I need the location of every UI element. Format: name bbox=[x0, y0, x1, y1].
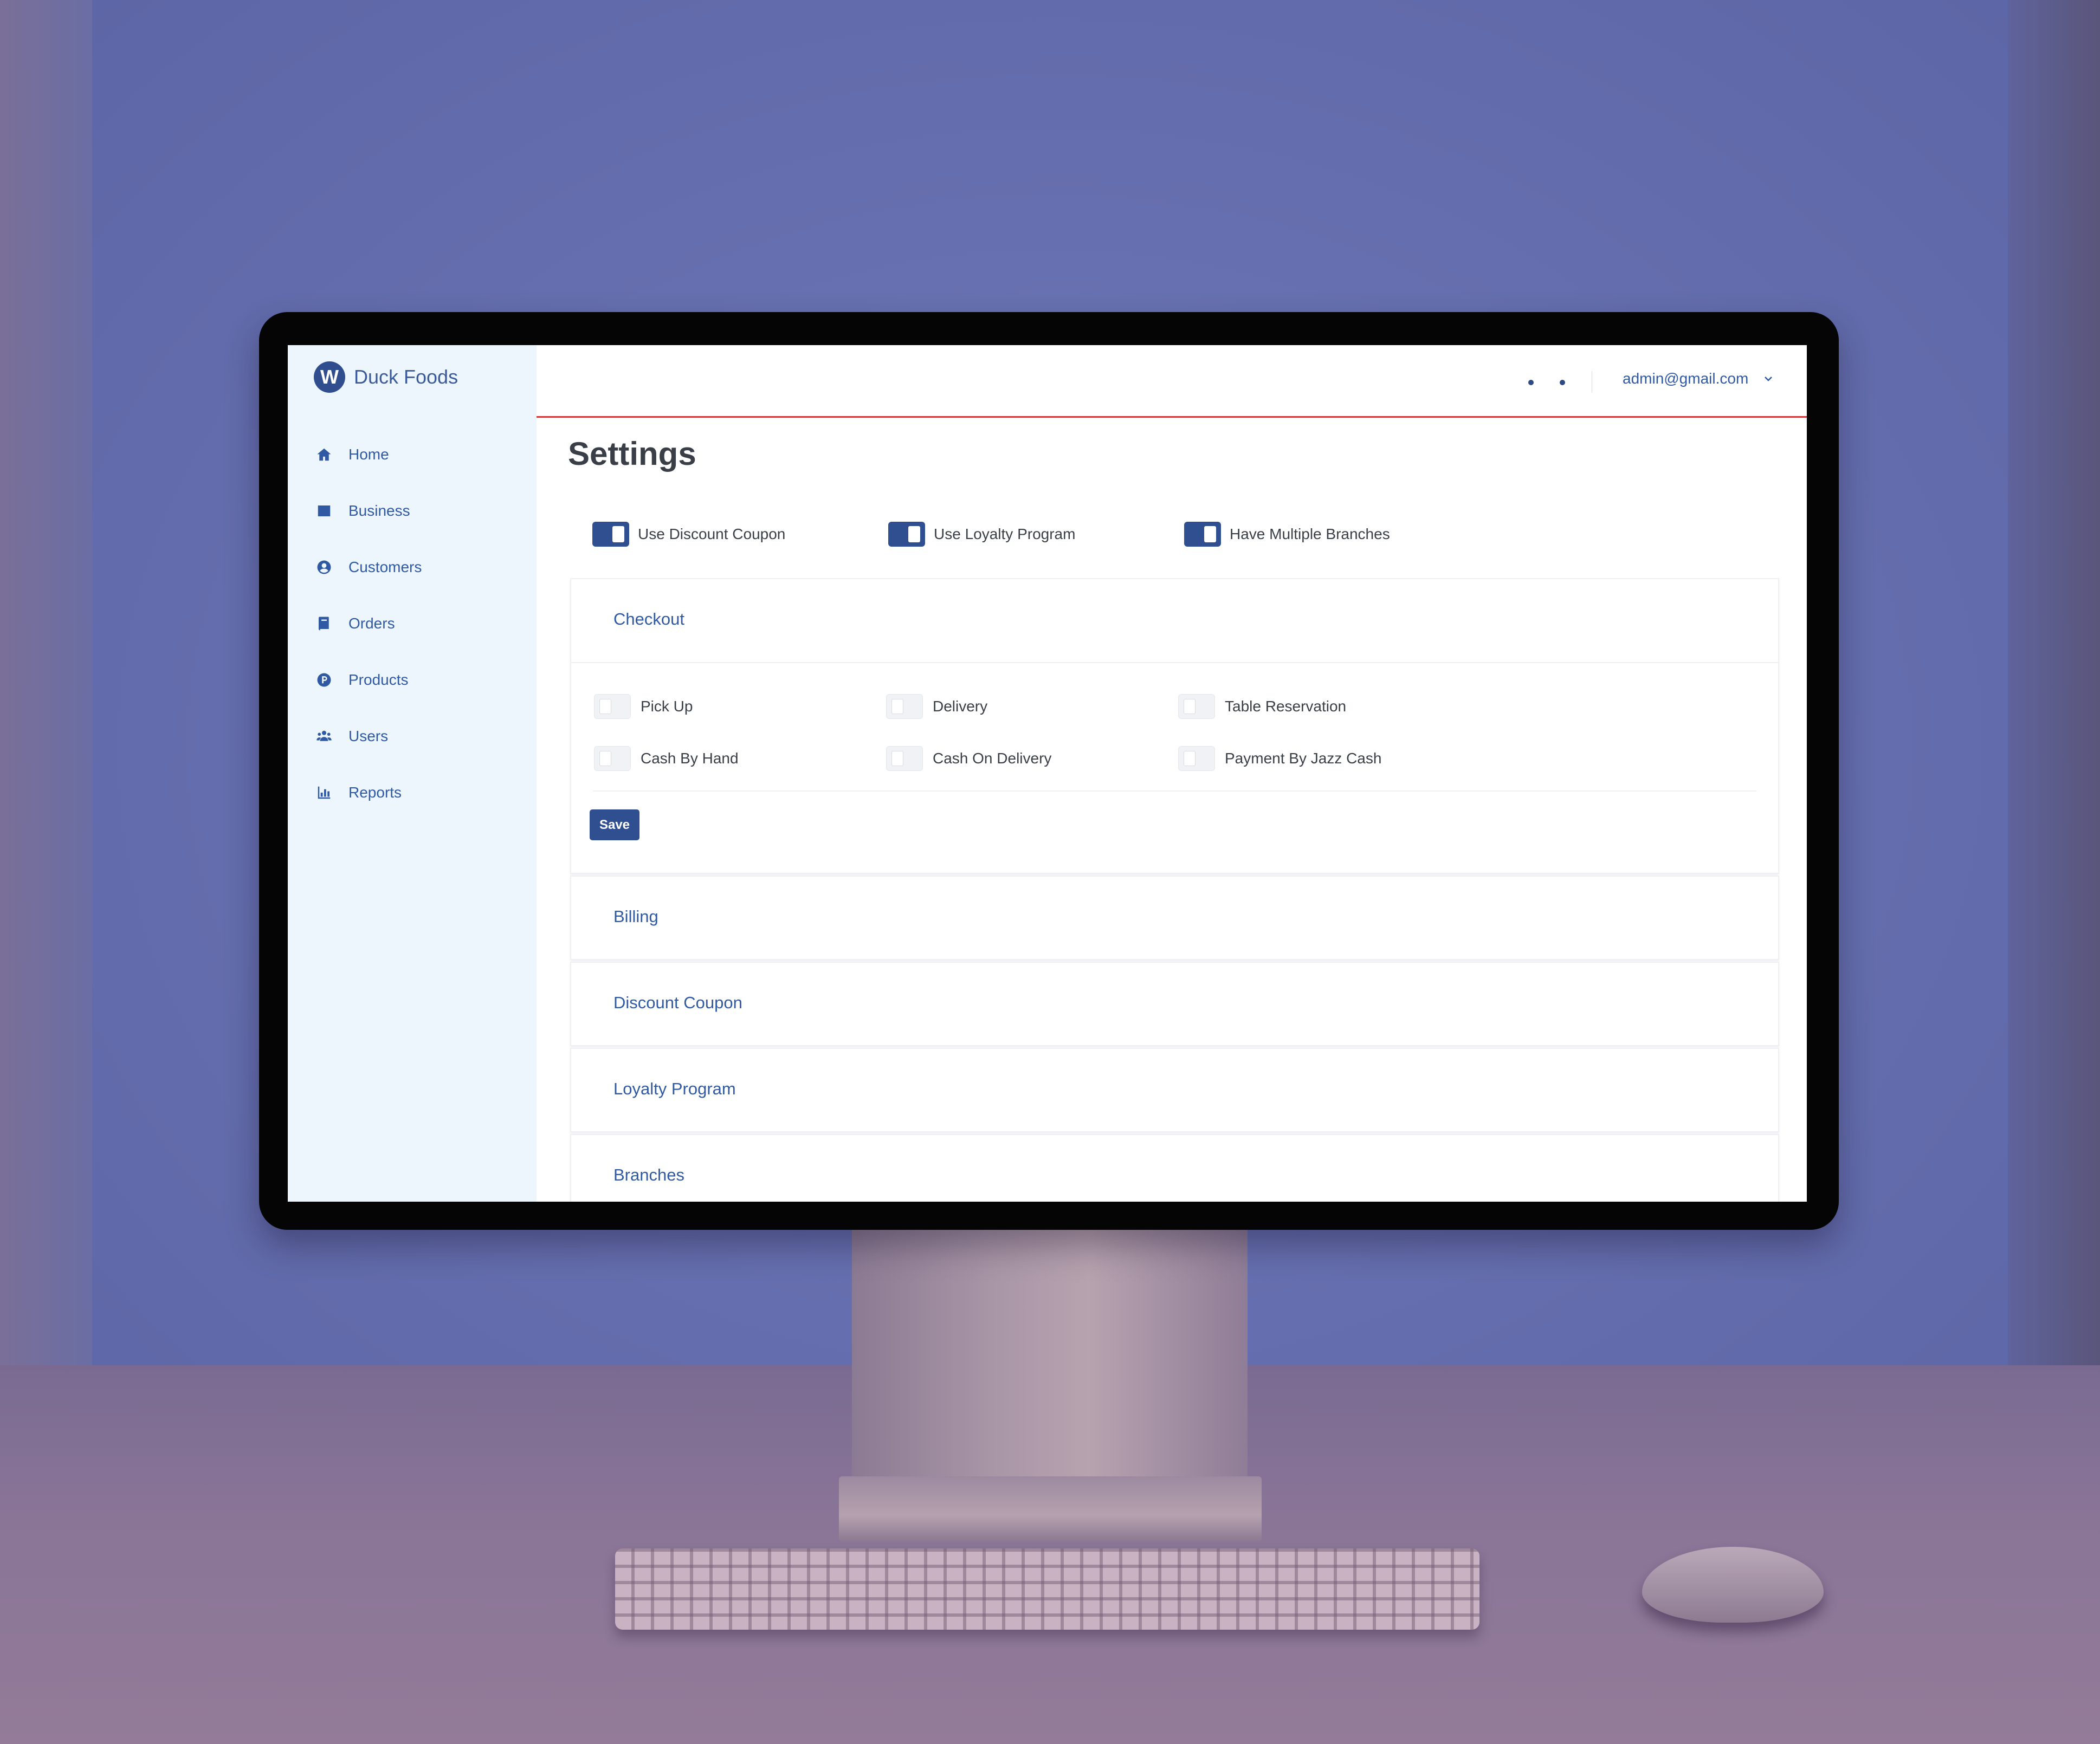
monitor-stand bbox=[852, 1227, 1248, 1487]
option-label: Payment By Jazz Cash bbox=[1225, 750, 1382, 767]
toggle-use-discount-coupon[interactable]: Use Discount Coupon bbox=[592, 522, 888, 547]
product-p-icon bbox=[316, 672, 332, 688]
notification-dot-icon[interactable] bbox=[1528, 380, 1534, 385]
billing-panel[interactable]: Billing bbox=[570, 876, 1779, 960]
brand-name: Duck Foods bbox=[354, 366, 458, 388]
table-icon bbox=[316, 503, 332, 519]
toggle-have-multiple-branches[interactable]: Have Multiple Branches bbox=[1184, 522, 1480, 547]
options-row: Pick Up Delivery Table Reservation bbox=[594, 680, 1470, 732]
toggle-switch-off[interactable] bbox=[886, 746, 923, 771]
toggle-label: Use Discount Coupon bbox=[638, 526, 786, 542]
sidebar-item-users[interactable]: Users bbox=[316, 708, 422, 764]
option-label: Delivery bbox=[933, 698, 988, 715]
option-pick-up[interactable]: Pick Up bbox=[594, 694, 886, 719]
branches-panel[interactable]: Branches bbox=[570, 1134, 1779, 1202]
divider bbox=[593, 790, 1756, 792]
sidebar-item-label: Home bbox=[348, 446, 389, 463]
page-title: Settings bbox=[568, 436, 696, 472]
user-email: admin@gmail.com bbox=[1623, 370, 1749, 387]
keyboard bbox=[615, 1548, 1479, 1630]
brand-logo: W bbox=[314, 361, 345, 393]
sidebar-item-label: Products bbox=[348, 671, 409, 688]
bar-chart-icon bbox=[316, 785, 332, 801]
sidebar-nav: Home Business Customers Orders Products … bbox=[316, 426, 422, 821]
save-button[interactable]: Save bbox=[590, 809, 639, 840]
users-icon bbox=[316, 728, 332, 744]
toggle-switch-on[interactable] bbox=[1184, 522, 1221, 547]
sidebar-item-label: Reports bbox=[348, 784, 402, 801]
sidebar-item-orders[interactable]: Orders bbox=[316, 595, 422, 652]
toggle-label: Have Multiple Branches bbox=[1230, 526, 1390, 542]
toggle-switch-on[interactable] bbox=[888, 522, 925, 547]
brand[interactable]: W Duck Foods bbox=[314, 361, 458, 393]
book-icon bbox=[316, 615, 332, 632]
toggle-label: Use Loyalty Program bbox=[934, 526, 1076, 542]
sidebar-item-customers[interactable]: Customers bbox=[316, 539, 422, 595]
toggle-use-loyalty-program[interactable]: Use Loyalty Program bbox=[888, 522, 1184, 547]
option-label: Cash By Hand bbox=[641, 750, 739, 767]
option-table-reservation[interactable]: Table Reservation bbox=[1178, 694, 1470, 719]
sidebar-item-reports[interactable]: Reports bbox=[316, 764, 422, 821]
panel-title-loyalty-program: Loyalty Program bbox=[613, 1079, 736, 1098]
sidebar-item-products[interactable]: Products bbox=[316, 652, 422, 708]
option-label: Pick Up bbox=[641, 698, 693, 715]
chevron-down-icon bbox=[1763, 374, 1773, 384]
panel-title-branches: Branches bbox=[613, 1165, 684, 1184]
user-menu[interactable]: admin@gmail.com bbox=[1623, 370, 1773, 387]
option-label: Table Reservation bbox=[1225, 698, 1347, 715]
right-wall-panel bbox=[2008, 0, 2100, 1365]
option-cash-by-hand[interactable]: Cash By Hand bbox=[594, 746, 886, 771]
sidebar-item-business[interactable]: Business bbox=[316, 483, 422, 539]
toggle-switch-off[interactable] bbox=[594, 746, 631, 771]
home-icon bbox=[316, 446, 332, 463]
user-circle-icon bbox=[316, 559, 332, 575]
option-cash-on-delivery[interactable]: Cash On Delivery bbox=[886, 746, 1178, 771]
checkout-panel: Checkout Pick Up Delivery Table Reservat… bbox=[570, 578, 1779, 874]
notification-dot-icon[interactable] bbox=[1560, 380, 1565, 385]
checkout-panel-header[interactable]: Checkout bbox=[571, 579, 1778, 663]
option-payment-by-jazz-cash[interactable]: Payment By Jazz Cash bbox=[1178, 746, 1470, 771]
option-delivery[interactable]: Delivery bbox=[886, 694, 1178, 719]
discount-coupon-panel[interactable]: Discount Coupon bbox=[570, 962, 1779, 1046]
sidebar-item-label: Users bbox=[348, 728, 389, 744]
feature-toggles: Use Discount Coupon Use Loyalty Program … bbox=[592, 522, 1480, 547]
toggle-switch-on[interactable] bbox=[592, 522, 629, 547]
monitor-screen: W Duck Foods Home Business Customers Ord… bbox=[288, 345, 1807, 1202]
checkout-options: Pick Up Delivery Table Reservation Cash … bbox=[594, 680, 1470, 785]
monitor-stand-base bbox=[839, 1476, 1262, 1541]
toggle-switch-off[interactable] bbox=[1178, 746, 1215, 771]
sidebar-item-label: Customers bbox=[348, 559, 422, 575]
panel-title-discount-coupon: Discount Coupon bbox=[613, 993, 742, 1012]
sidebar: W Duck Foods Home Business Customers Ord… bbox=[288, 345, 537, 1202]
main-content: Settings Use Discount Coupon Use Loyalty… bbox=[537, 418, 1807, 1202]
header-dots bbox=[1528, 380, 1591, 385]
sidebar-item-label: Business bbox=[348, 502, 410, 519]
option-label: Cash On Delivery bbox=[933, 750, 1052, 767]
options-row: Cash By Hand Cash On Delivery Payment By… bbox=[594, 732, 1470, 785]
loyalty-program-panel[interactable]: Loyalty Program bbox=[570, 1048, 1779, 1132]
sidebar-item-home[interactable]: Home bbox=[316, 426, 422, 483]
toggle-switch-off[interactable] bbox=[1178, 694, 1215, 719]
sidebar-item-label: Orders bbox=[348, 615, 395, 632]
top-header: admin@gmail.com bbox=[537, 345, 1807, 418]
panel-title-checkout: Checkout bbox=[613, 610, 684, 628]
toggle-switch-off[interactable] bbox=[594, 694, 631, 719]
panel-title-billing: Billing bbox=[613, 907, 658, 926]
left-wall-panel bbox=[0, 0, 92, 1365]
toggle-switch-off[interactable] bbox=[886, 694, 923, 719]
